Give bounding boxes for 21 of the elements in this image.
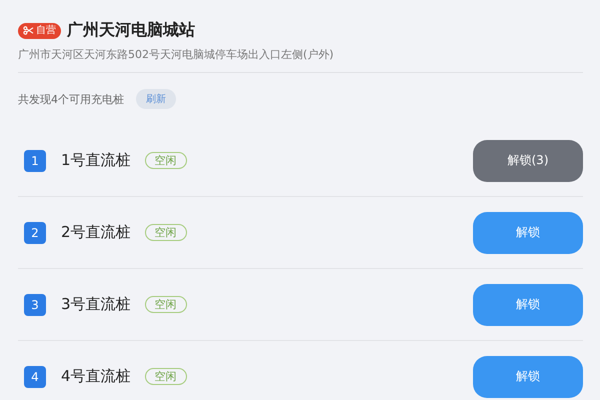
status-tag: 空闲 <box>144 152 187 169</box>
pile-name: 2号直流桩 <box>61 223 131 242</box>
unlock-button[interactable]: 解锁 <box>473 356 583 398</box>
pile-number: 1 <box>24 150 46 172</box>
station-name: 广州天河电脑城站 <box>67 20 195 41</box>
status-tag: 空闲 <box>144 368 187 385</box>
pile-number: 4 <box>24 366 46 388</box>
self-operated-badge: 自营 <box>18 22 61 38</box>
station-address: 广州市天河区天河东路502号天河电脑城停车场出入口左侧(户外) <box>18 47 335 62</box>
pile-name: 3号直流桩 <box>61 295 131 314</box>
refresh-button[interactable]: 刷新 <box>136 89 176 109</box>
status-tag: 空闲 <box>144 224 187 241</box>
unlock-button[interactable]: 解锁 <box>473 212 583 254</box>
status-tag: 空闲 <box>144 296 187 313</box>
scissors-icon <box>23 26 34 35</box>
pile-number: 2 <box>24 222 46 244</box>
pile-number: 3 <box>24 294 46 316</box>
unlock-button[interactable]: 解锁 <box>473 284 583 326</box>
pile-name: 4号直流桩 <box>61 367 131 386</box>
available-count: 共发现4个可用充电桩 <box>18 92 124 106</box>
pile-name: 1号直流桩 <box>61 151 131 170</box>
